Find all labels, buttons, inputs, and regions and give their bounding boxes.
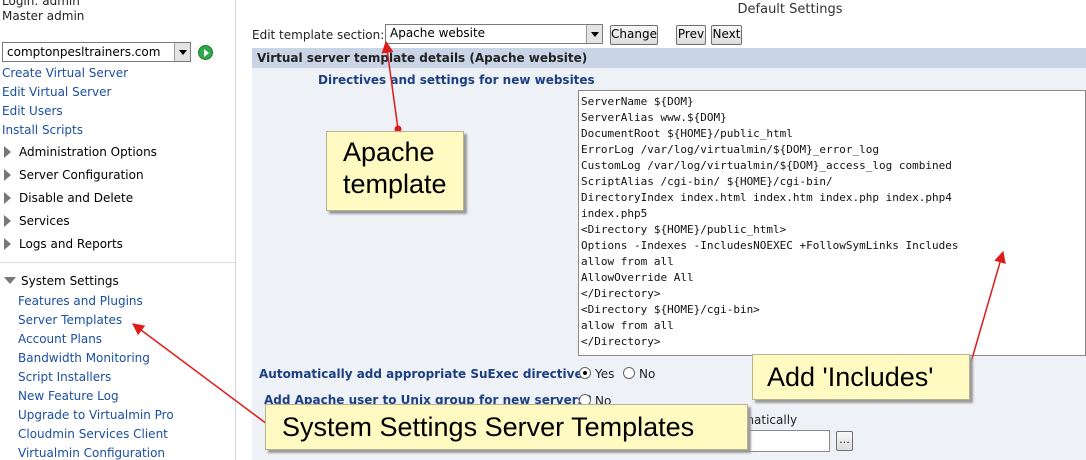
directive-line: allow from all — [581, 255, 674, 268]
template-section-select[interactable]: Apache website — [385, 24, 603, 44]
next-button[interactable]: Next — [711, 25, 742, 45]
category-disable-and-delete[interactable]: Disable and Delete — [4, 191, 133, 205]
upgrade-virtualmin-pro-link[interactable]: Upgrade to Virtualmin Pro — [18, 408, 174, 422]
section-label: Edit template section: — [252, 28, 385, 42]
category-logs-and-reports[interactable]: Logs and Reports — [4, 237, 123, 251]
domain-select[interactable]: comptonpesltrainers.com — [2, 42, 191, 62]
login-text: Login: admin — [2, 0, 80, 8]
collapse-triangle-icon — [4, 277, 16, 284]
role-text: Master admin — [2, 9, 85, 23]
browse-button[interactable]: ... — [836, 431, 853, 451]
callout-apache-template: Apache template — [326, 131, 464, 211]
features-and-plugins-link[interactable]: Features and Plugins — [18, 294, 143, 308]
category-services[interactable]: Services — [4, 214, 70, 228]
category-system-settings[interactable]: System Settings — [4, 274, 119, 288]
directive-line: Options -Indexes -IncludesNOEXEC +Follow… — [581, 239, 959, 252]
sidebar-divider — [0, 262, 235, 263]
callout-system-settings-templates: System Settings Server Templates — [265, 404, 748, 450]
directive-line: DocumentRoot ${HOME}/public_html — [581, 127, 793, 140]
directive-line: ErrorLog /var/log/virtualmin/${DOM}_erro… — [581, 143, 880, 156]
directive-line: ServerName ${DOM} — [581, 95, 694, 108]
directive-line: ScriptAlias /cgi-bin/ ${HOME}/cgi-bin/ — [581, 175, 833, 188]
domain-select-value: comptonpesltrainers.com — [7, 45, 161, 59]
directives-label: Directives and settings for new websites — [318, 73, 595, 87]
directive-line: </Directory> — [581, 335, 661, 348]
suexec-no-radio[interactable] — [623, 367, 635, 379]
panel-header: Virtual server template details (Apache … — [252, 48, 1086, 68]
chevron-down-icon[interactable] — [586, 25, 602, 43]
script-installers-link[interactable]: Script Installers — [18, 370, 111, 384]
change-button[interactable]: Change — [610, 25, 658, 45]
install-scripts-link[interactable]: Install Scripts — [2, 123, 83, 137]
expand-triangle-icon — [4, 192, 11, 204]
directive-line: AllowOverride All — [581, 271, 694, 284]
prev-button[interactable]: Prev — [676, 25, 706, 45]
edit-virtual-server-link[interactable]: Edit Virtual Server — [2, 85, 111, 99]
directive-line: </Directory> — [581, 287, 661, 300]
account-plans-link[interactable]: Account Plans — [18, 332, 102, 346]
cloudmin-services-client-link[interactable]: Cloudmin Services Client — [18, 427, 168, 441]
expand-triangle-icon — [4, 146, 11, 158]
suexec-yes-label: Yes — [595, 367, 615, 381]
directives-textarea[interactable]: ServerName ${DOM} ServerAlias www.${DOM} D… — [578, 90, 1086, 356]
callout-add-includes: Add 'Includes' — [752, 354, 970, 400]
create-virtual-server-link[interactable]: Create Virtual Server — [2, 66, 128, 80]
server-templates-link[interactable]: Server Templates — [18, 313, 122, 327]
expand-triangle-icon — [4, 215, 11, 227]
directive-line: DirectoryIndex index.html index.htm inde… — [581, 191, 952, 204]
go-arrow-icon[interactable] — [198, 45, 213, 60]
directive-line: CustomLog /var/log/virtualmin/${DOM}_acc… — [581, 159, 952, 172]
suexec-yes-radio[interactable] — [579, 367, 591, 379]
directive-line: <Directory ${HOME}/public_html> — [581, 223, 787, 236]
suexec-label: Automatically add appropriate SuExec dir… — [259, 367, 590, 381]
directive-line: ServerAlias www.${DOM} — [581, 111, 727, 124]
category-administration-options[interactable]: Administration Options — [4, 145, 157, 159]
bandwidth-monitoring-link[interactable]: Bandwidth Monitoring — [18, 351, 150, 365]
edit-users-link[interactable]: Edit Users — [2, 104, 63, 118]
category-server-configuration[interactable]: Server Configuration — [4, 168, 144, 182]
template-section-value: Apache website — [390, 26, 486, 40]
directive-line: <Directory ${HOME}/cgi-bin> — [581, 303, 760, 316]
suexec-no-label: No — [639, 367, 656, 381]
virtualmin-configuration-link[interactable]: Virtualmin Configuration — [18, 446, 165, 460]
directive-line: index.php5 — [581, 207, 648, 220]
new-feature-log-link[interactable]: New Feature Log — [18, 389, 119, 403]
page-title: Default Settings — [737, 2, 843, 17]
expand-triangle-icon — [4, 238, 11, 250]
directive-line: allow from all — [581, 319, 674, 332]
chevron-down-icon[interactable] — [174, 43, 190, 61]
expand-triangle-icon — [4, 169, 11, 181]
left-sidebar: Login: admin Master admin comptonpesltra… — [0, 0, 236, 460]
